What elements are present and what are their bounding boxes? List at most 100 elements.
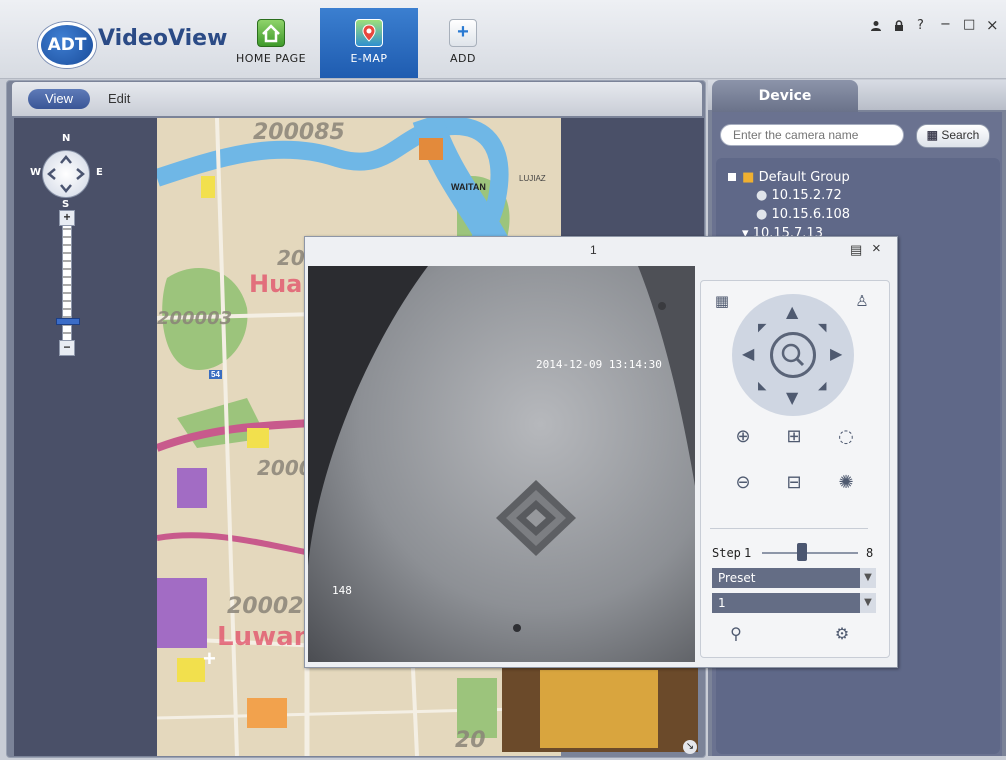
ptz-3d-zoom-button[interactable]: [770, 332, 816, 378]
tab-view[interactable]: View: [28, 89, 90, 109]
nav-home-label: HOME PAGE: [235, 52, 307, 65]
minimize-button[interactable]: −: [940, 17, 951, 32]
plus-icon: +: [449, 19, 477, 47]
tree-group-default[interactable]: ■ Default Group: [728, 170, 850, 185]
camera-icon: ●: [756, 188, 768, 203]
ptz-down-left-arrow-icon[interactable]: ◣: [758, 378, 766, 394]
tree-device-label: 10.15.7.13: [752, 226, 823, 236]
app-title: VideoView: [98, 26, 228, 51]
tree-device-label: 10.15.2.72: [771, 188, 842, 203]
group-icon: ■: [742, 170, 755, 185]
ptz-down-arrow-icon[interactable]: ▼: [786, 390, 798, 406]
pan-compass[interactable]: [42, 150, 90, 198]
zoom-out-icon[interactable]: ⊖: [729, 472, 757, 493]
video-timestamp: 2014-12-09 13:14:30: [536, 358, 662, 371]
iris-open-icon[interactable]: ◌: [832, 426, 860, 447]
lock-icon[interactable]: [893, 20, 905, 36]
nav-add-label: ADD: [450, 52, 476, 65]
user-icon[interactable]: [870, 20, 882, 36]
adt-logo: ADT: [38, 22, 96, 68]
map-route-label: 54: [209, 370, 222, 379]
resize-handle-icon[interactable]: ↘: [683, 740, 697, 754]
search-button-label: Search: [941, 128, 980, 142]
ptz-left-arrow-icon[interactable]: ◀: [742, 346, 754, 362]
map-overview[interactable]: [502, 666, 698, 752]
compass-south: S: [62, 199, 70, 210]
map-postcode-label: 20: [455, 728, 486, 753]
ptz-divider: [710, 528, 868, 529]
tree-device-item[interactable]: ● 10.15.2.72: [756, 188, 842, 203]
tab-edit[interactable]: Edit: [108, 89, 130, 109]
zoom-slider[interactable]: [62, 218, 72, 354]
map-postcode-label: 200003: [157, 308, 233, 329]
ptz-down-right-arrow-icon[interactable]: ◢: [818, 378, 826, 394]
live-video-feed[interactable]: [308, 266, 695, 662]
crosshair-icon: +: [203, 646, 216, 671]
ptz-up-left-arrow-icon[interactable]: ◤: [758, 320, 766, 336]
nav-emap-label: E-MAP: [350, 52, 388, 65]
help-button[interactable]: ?: [917, 18, 924, 33]
preset-dropdown-value: Preset: [718, 571, 756, 585]
ptz-up-arrow-icon[interactable]: ▲: [786, 304, 798, 320]
expand-icon[interactable]: ▾: [742, 226, 749, 236]
nav-home-page[interactable]: HOME PAGE: [222, 8, 320, 72]
compass-north: N: [62, 133, 71, 144]
zoom-ticks: [63, 228, 71, 334]
search-button[interactable]: ▦ Search: [916, 124, 990, 148]
zoom-in-button[interactable]: +: [59, 210, 75, 226]
preset-number-value: 1: [718, 596, 726, 610]
step-label: Step: [712, 546, 741, 560]
preset-number-dropdown[interactable]: 1 ▼: [712, 593, 876, 613]
popup-close-button[interactable]: ×: [872, 240, 881, 257]
tree-group-label: Default Group: [758, 170, 850, 185]
magnifier-icon: [781, 343, 805, 367]
chevron-down-icon[interactable]: ▼: [860, 593, 876, 613]
map-pin-icon: [355, 19, 383, 47]
layout-switch-icon[interactable]: ▦: [708, 292, 736, 310]
map-postcode-label: 200085: [253, 120, 345, 145]
step-min-value: 1: [744, 546, 752, 560]
close-button[interactable]: ×: [986, 16, 999, 34]
tree-device-item[interactable]: ▾ 10.15.7.13: [742, 226, 823, 236]
video-popup-titlebar[interactable]: [304, 236, 896, 266]
settings-gear-icon[interactable]: ⚙: [828, 624, 856, 643]
map-district-label: Luwan: [217, 622, 313, 652]
iris-close-icon[interactable]: ✺: [832, 472, 860, 493]
video-overlay-number: 148: [332, 584, 352, 597]
ptz-right-arrow-icon[interactable]: ▶: [830, 346, 842, 362]
pan-arrows-icon: [47, 155, 85, 193]
maximize-button[interactable]: □: [963, 17, 975, 32]
tab-device[interactable]: Device: [712, 80, 858, 112]
focus-near-icon[interactable]: ⊞: [780, 426, 808, 447]
popup-maximize-button[interactable]: ▤: [850, 242, 862, 258]
compass-east: E: [96, 167, 103, 178]
step-slider[interactable]: [762, 552, 858, 554]
map-left-margin: [14, 118, 157, 756]
map-place-label: LUJIAZ: [519, 174, 546, 183]
map-place-label: WAITAN: [451, 182, 486, 192]
tree-device-label: 10.15.6.108: [771, 207, 851, 222]
map-overview-viewport[interactable]: [540, 670, 658, 748]
compass-west: W: [30, 167, 42, 178]
video-popup-title: 1: [590, 243, 597, 257]
goto-preset-pin-icon[interactable]: ⚲: [722, 624, 750, 643]
camera-icon: ●: [756, 207, 768, 222]
tree-device-item[interactable]: ● 10.15.6.108: [756, 207, 850, 222]
ptz-up-right-arrow-icon[interactable]: ◥: [818, 320, 826, 336]
nav-add[interactable]: + ADD: [414, 8, 512, 72]
focus-far-icon[interactable]: ⊟: [780, 472, 808, 493]
nav-e-map[interactable]: E-MAP: [320, 8, 418, 78]
person-icon[interactable]: ♙: [848, 292, 876, 310]
zoom-in-icon[interactable]: ⊕: [729, 426, 757, 447]
home-icon: [257, 19, 285, 47]
step-max-value: 8: [866, 546, 874, 560]
preset-dropdown[interactable]: Preset ▼: [712, 568, 876, 588]
chevron-down-icon[interactable]: ▼: [860, 568, 876, 588]
zoom-slider-thumb[interactable]: [56, 318, 80, 325]
step-slider-thumb[interactable]: [797, 543, 807, 561]
ceiling-vent-drawing: [308, 266, 695, 632]
binoculars-icon: ▦: [926, 128, 938, 142]
collapse-icon[interactable]: [728, 173, 736, 181]
camera-search-input[interactable]: [720, 124, 904, 146]
zoom-out-button[interactable]: −: [59, 340, 75, 356]
